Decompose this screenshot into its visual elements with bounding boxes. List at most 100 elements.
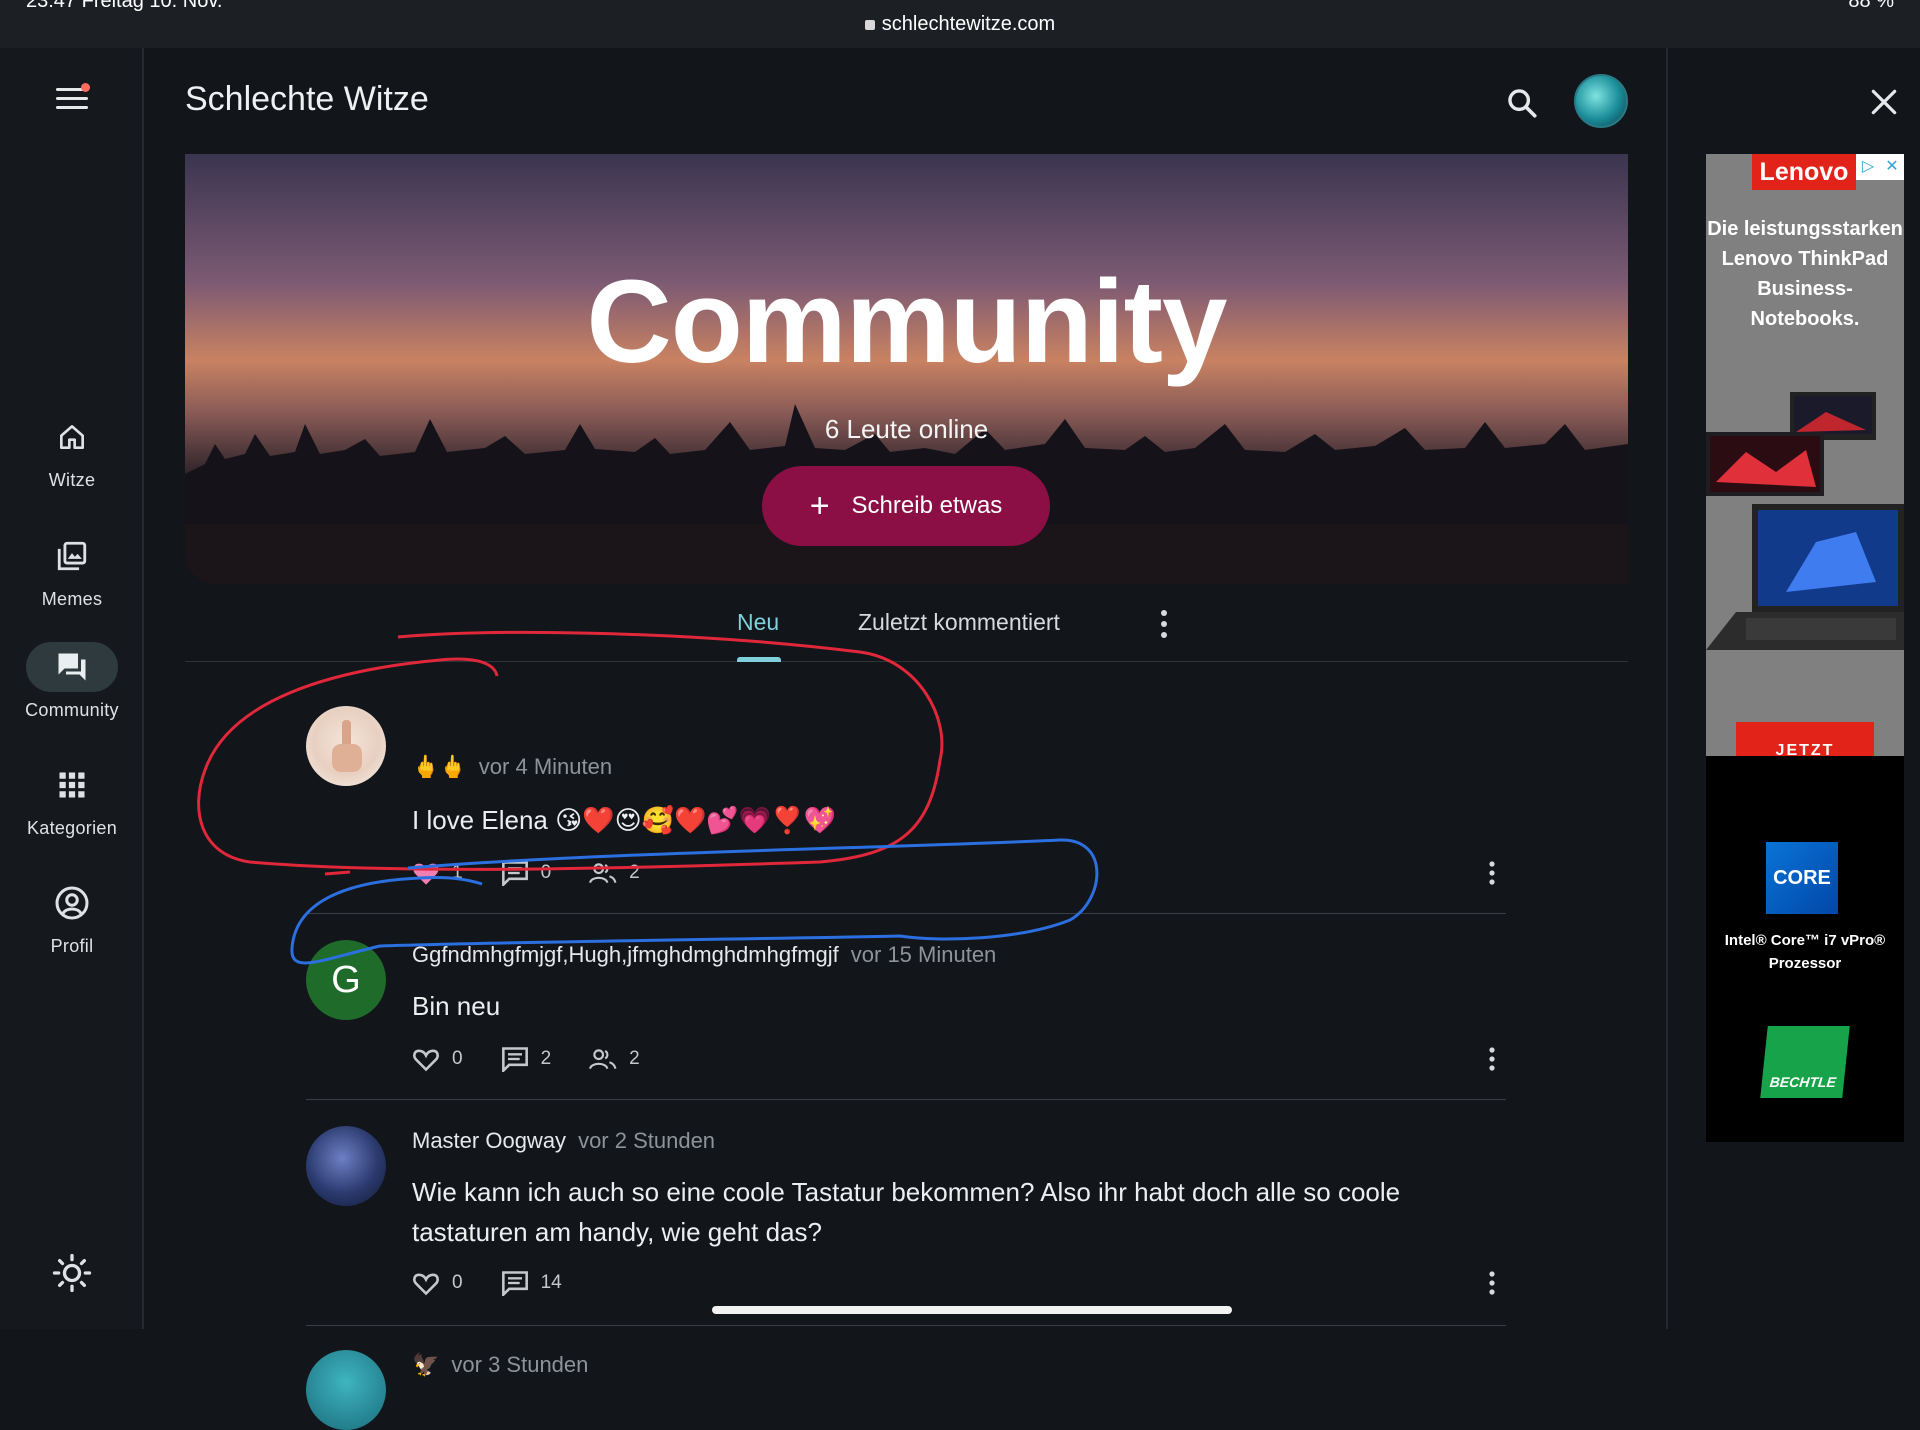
comment-count: 0 — [540, 862, 552, 883]
comment-icon — [501, 1271, 528, 1296]
more-vert-icon[interactable] — [1158, 608, 1170, 640]
user-avatar[interactable] — [1574, 74, 1628, 128]
post-more-icon[interactable] — [1486, 1270, 1498, 1296]
post-author[interactable]: Master Oogway — [412, 1128, 566, 1153]
like-count: 0 — [452, 1048, 463, 1069]
participant-count: 2 — [629, 862, 640, 883]
status-time: 23:47 Freitag 10. Nov. — [26, 0, 223, 12]
images-icon — [57, 541, 87, 571]
comments-button[interactable]: 2 — [501, 1046, 552, 1072]
people-icon — [589, 1049, 617, 1070]
post-item[interactable]: G Ggfndmhgfmjgf,Hugh,jfmghdmghdmhgfmgjf v… — [306, 914, 1506, 1100]
post-actions: 1 0 2 — [412, 860, 678, 886]
like-button[interactable]: 0 — [412, 1270, 463, 1296]
content-divider — [1666, 48, 1668, 1329]
page-title: Schlechte Witze — [185, 80, 429, 118]
post-author[interactable]: 🦅 — [412, 1352, 439, 1377]
post-item[interactable]: 🦅 vor 3 Stunden — [306, 1326, 1506, 1430]
like-count: 1 — [452, 862, 463, 883]
participant-count: 2 — [629, 1048, 640, 1069]
like-button[interactable]: 0 — [412, 1046, 463, 1072]
post-item[interactable]: Master Oogway vor 2 Stunden Wie kann ich … — [306, 1100, 1506, 1326]
ad-choices[interactable]: ▷ ✕ — [1856, 154, 1904, 180]
nav-label: Profil — [50, 936, 94, 956]
notification-dot — [81, 83, 90, 92]
comment-count: 14 — [540, 1272, 562, 1293]
lock-icon — [864, 20, 875, 30]
status-bar: 23:47 Freitag 10. Nov. schlechtewitze.co… — [0, 0, 1920, 48]
tab-zuletzt-kommentiert[interactable]: Zuletzt kommentiert — [858, 609, 1060, 636]
comment-icon — [501, 1047, 528, 1072]
post-meta: Ggfndmhgfmjgf,Hugh,jfmghdmghdmhgfmgjf vor… — [412, 942, 996, 968]
address-bar[interactable]: schlechtewitze.com — [0, 13, 1920, 36]
nav-item-community[interactable]: Community — [0, 642, 144, 721]
battery-indicator: 88 % — [1848, 0, 1894, 12]
post-avatar[interactable] — [306, 706, 386, 786]
feed-tabs: Neu Zuletzt kommentiert — [185, 596, 1628, 662]
post-author[interactable]: 🖕🖕 — [412, 754, 467, 779]
post-actions: 0 2 2 — [412, 1046, 678, 1072]
bechtle-logo: BECHTLE — [1760, 1026, 1850, 1098]
participants: 2 — [589, 861, 640, 885]
community-hero-banner: Community 6 Leute online + Schreib etwas — [185, 154, 1628, 584]
post-time: vor 4 Minuten — [478, 754, 613, 779]
post-more-icon[interactable] — [1486, 860, 1498, 886]
adchoices-icon: ▷ — [1861, 158, 1875, 175]
post-time: vor 2 Stunden — [578, 1128, 716, 1153]
nav-rail: Witze Memes Community Kategorien Profil — [0, 48, 144, 1329]
post-body[interactable]: Wie kann ich auch so eine coole Tastatur… — [412, 1172, 1472, 1252]
plus-icon: + — [809, 487, 830, 525]
menu-icon[interactable] — [56, 83, 90, 112]
participants: 2 — [589, 1047, 640, 1071]
post-meta: 🖕🖕 vor 4 Minuten — [412, 754, 612, 780]
nav-label: Kategorien — [26, 818, 118, 838]
active-tab-indicator — [737, 657, 781, 662]
comment-icon — [501, 861, 528, 886]
home-indicator[interactable] — [712, 1306, 1232, 1314]
nav-label: Community — [25, 700, 119, 720]
post-avatar[interactable] — [306, 1350, 386, 1430]
heart-outline-icon — [413, 1273, 439, 1296]
online-count: 6 Leute online — [824, 414, 989, 444]
forum-icon — [58, 653, 86, 681]
comment-count: 2 — [540, 1048, 552, 1069]
post-time: vor 15 Minuten — [850, 942, 997, 967]
ad-chip-text: Intel® Core™ i7 vPro® Prozessor — [1724, 932, 1886, 972]
people-icon — [589, 863, 617, 884]
nav-label: Memes — [41, 589, 103, 609]
write-post-button[interactable]: + Schreib etwas — [762, 466, 1050, 546]
brightness-icon[interactable] — [52, 1253, 92, 1293]
post-avatar[interactable]: G — [306, 940, 386, 1020]
like-button[interactable]: 1 — [412, 860, 463, 886]
intel-core-badge: CORE — [1766, 842, 1838, 914]
post-actions: 0 14 — [412, 1270, 600, 1296]
write-post-label: Schreib etwas — [851, 492, 1003, 519]
advertisement[interactable]: Lenovo ▷ ✕ Die leistungsstarken Lenovo Th… — [1706, 154, 1904, 1142]
account-icon — [55, 886, 89, 920]
nav-item-memes[interactable]: Memes — [0, 531, 144, 610]
grid-icon — [59, 772, 85, 798]
nav-item-profil[interactable]: Profil — [0, 878, 144, 957]
search-icon[interactable] — [1505, 86, 1539, 120]
post-more-icon[interactable] — [1486, 1046, 1498, 1072]
comments-button[interactable]: 0 — [501, 860, 552, 886]
heart-outline-icon — [413, 1049, 439, 1072]
close-icon[interactable] — [1868, 86, 1900, 118]
post-meta: Master Oogway vor 2 Stunden — [412, 1128, 715, 1154]
like-count: 0 — [452, 1272, 463, 1293]
post-time: vor 3 Stunden — [451, 1352, 589, 1377]
nav-item-kategorien[interactable]: Kategorien — [0, 760, 144, 839]
ad-brand-logo: Lenovo — [1752, 154, 1856, 190]
post-body[interactable]: Bin neu — [412, 986, 1472, 1026]
tab-neu[interactable]: Neu — [737, 609, 779, 636]
main-content: Schlechte Witze Community 6 Leute online… — [146, 48, 1666, 1430]
nav-item-witze[interactable]: Witze — [0, 412, 144, 491]
hand-avatar-image — [332, 720, 362, 772]
comments-button[interactable]: 14 — [501, 1270, 562, 1296]
post-item[interactable]: 🖕🖕 vor 4 Minuten I love Elena 😘❤️😍🥰❤️💕💗❣️… — [306, 700, 1506, 914]
post-avatar[interactable] — [306, 1126, 386, 1206]
post-author[interactable]: Ggfndmhgfmjgf,Hugh,jfmghdmghdmhgfmgjf — [412, 942, 839, 967]
post-body[interactable]: I love Elena 😘❤️😍🥰❤️💕💗❣️💖 — [412, 800, 1472, 840]
ad-close-icon[interactable]: ✕ — [1880, 154, 1904, 180]
post-meta: 🦅 vor 3 Stunden — [412, 1352, 588, 1378]
